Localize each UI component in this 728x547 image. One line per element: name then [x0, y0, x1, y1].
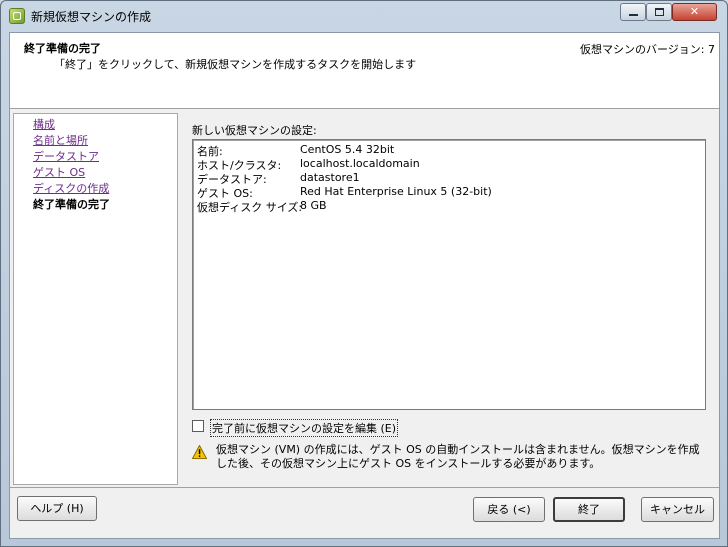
nav-item-config[interactable]: 構成: [33, 116, 55, 132]
page-subtitle: 「終了」をクリックして、新規仮想マシンを作成するタスクを開始します: [54, 58, 417, 71]
title-bar[interactable]: 新規仮想マシンの作成 ✕: [1, 1, 727, 31]
summary-value: CentOS 5.4 32bit: [300, 143, 395, 156]
warning-icon: [192, 445, 207, 459]
finish-button[interactable]: 終了: [553, 497, 625, 522]
vsphere-app-icon: [9, 8, 25, 24]
nav-item-guest-os[interactable]: ゲスト OS: [33, 164, 85, 180]
warning-message: 仮想マシン (VM) の作成には、ゲスト OS の自動インストールは含まれません…: [216, 443, 700, 470]
wizard-header: 終了準備の完了 「終了」をクリックして、新規仮想マシンを作成するタスクを開始しま…: [10, 33, 719, 109]
summary-key: 仮想ディスク サイズ:: [197, 201, 303, 214]
close-button[interactable]: ✕: [672, 3, 717, 21]
wizard-client-area: 終了準備の完了 「終了」をクリックして、新規仮想マシンを作成するタスクを開始しま…: [9, 32, 720, 539]
wizard-step-nav: 構成 名前と場所 データストア ゲスト OS ディスクの作成 終了準備の完了: [13, 113, 178, 485]
back-button[interactable]: 戻る (<): [473, 497, 545, 522]
window-title: 新規仮想マシンの作成: [31, 10, 152, 24]
footer-divider: [10, 487, 719, 488]
main-panel: 新しい仮想マシンの設定: 名前: CentOS 5.4 32bit ホスト/クラ…: [179, 113, 716, 485]
cancel-button[interactable]: キャンセル: [641, 497, 714, 522]
summary-value: localhost.localdomain: [300, 157, 420, 170]
close-icon: ✕: [689, 5, 700, 18]
nav-item-datastore[interactable]: データストア: [33, 148, 99, 164]
maximize-icon: [655, 8, 664, 16]
help-button[interactable]: ヘルプ (H): [17, 496, 97, 521]
maximize-button[interactable]: [646, 3, 672, 21]
nav-item-create-disk[interactable]: ディスクの作成: [33, 180, 109, 196]
edit-settings-checkbox-label[interactable]: 完了前に仮想マシンの設定を編集 (E): [210, 419, 399, 437]
minimize-icon: [629, 14, 638, 16]
settings-heading: 新しい仮想マシンの設定:: [192, 124, 317, 137]
minimize-button[interactable]: [620, 3, 646, 21]
window: 新規仮想マシンの作成 ✕ 終了準備の完了 「終了」をクリックして、新規仮想マシン…: [0, 0, 728, 547]
summary-value: datastore1: [300, 171, 360, 184]
vm-version-label: 仮想マシンのバージョン: 7: [580, 43, 715, 56]
settings-summary-box[interactable]: 名前: CentOS 5.4 32bit ホスト/クラスタ: localhost…: [192, 139, 706, 410]
nav-item-name-location[interactable]: 名前と場所: [33, 132, 88, 148]
summary-value: 8 GB: [300, 199, 327, 212]
nav-item-ready-to-complete: 終了準備の完了: [33, 198, 110, 211]
page-title: 終了準備の完了: [24, 42, 101, 55]
summary-value: Red Hat Enterprise Linux 5 (32-bit): [300, 185, 492, 198]
edit-settings-checkbox[interactable]: [192, 420, 204, 432]
